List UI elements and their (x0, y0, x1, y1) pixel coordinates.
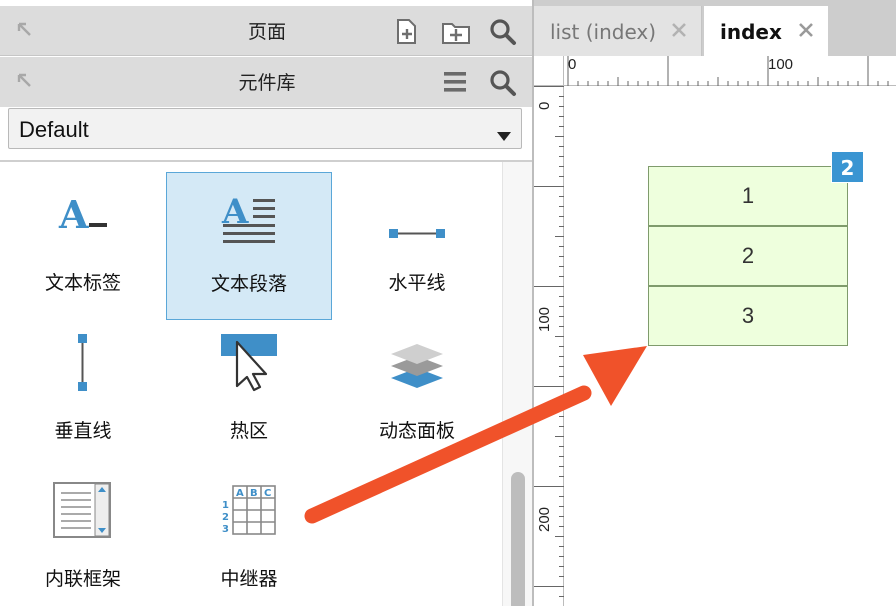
library-scrollbar[interactable] (502, 162, 532, 606)
horizontal-ruler-ticks (567, 56, 889, 86)
widget-label: 文本标签 (44, 272, 121, 294)
tab-bar: list (index) index (534, 0, 896, 56)
svg-text:2: 2 (222, 512, 229, 523)
ruler-label: 100 (768, 56, 794, 73)
search-icon[interactable] (489, 69, 517, 101)
svg-text:A: A (236, 488, 244, 499)
library-select[interactable]: Default (8, 108, 522, 149)
repeater-row[interactable]: 2 (648, 226, 848, 286)
horizontal-ruler[interactable]: 0 100 (564, 56, 896, 86)
left-panel: 页面 元件库 Default A 文本标签 A 文本段落 水平线 垂直线 热区 … (0, 0, 534, 606)
close-icon[interactable] (798, 22, 814, 42)
ruler-label-text: 200 (536, 506, 553, 532)
caret-down-icon (497, 126, 511, 145)
tab-index[interactable]: index (704, 6, 828, 56)
library-panel-header: 元件库 (0, 57, 534, 107)
close-icon[interactable] (671, 22, 687, 42)
library-select-value: Default (19, 117, 89, 142)
ruler-corner (534, 56, 564, 86)
tab-label: index (720, 20, 782, 44)
widget-text-label[interactable]: A 文本标签 (0, 172, 166, 320)
widget-label: 水平线 (388, 272, 446, 294)
widget-horizontal-line[interactable]: 水平线 (334, 172, 500, 320)
widget-label: 内联框架 (44, 568, 121, 590)
widget-repeater[interactable]: ABC 123 中继器 (166, 468, 332, 606)
widget-label: 中继器 (220, 568, 278, 590)
vertical-ruler[interactable]: 0 100 200 (534, 86, 564, 606)
text-paragraph-icon: A (219, 192, 279, 247)
add-folder-icon[interactable] (441, 18, 471, 50)
repeater-count-badge: 2 (831, 151, 864, 183)
tab-list-index[interactable]: list (index) (534, 6, 702, 56)
svg-text:A: A (58, 192, 89, 237)
horizontal-line-icon (387, 192, 447, 246)
vertical-line-icon (73, 332, 93, 396)
scrollbar-thumb[interactable] (511, 472, 525, 606)
widget-text-paragraph[interactable]: A 文本段落 (166, 172, 332, 320)
text-label-icon: A (53, 192, 113, 246)
repeater-row[interactable]: 1 (648, 166, 848, 226)
search-icon[interactable] (489, 18, 517, 50)
ruler-label-text: 100 (536, 306, 553, 332)
widget-hotspot[interactable]: 热区 (166, 320, 332, 468)
widget-label: 热区 (229, 420, 268, 442)
repeater-widget[interactable]: 1 2 3 (648, 166, 848, 346)
widget-vertical-line[interactable]: 垂直线 (0, 320, 166, 468)
dynamic-panel-icon (387, 332, 447, 396)
app-window: 页面 元件库 Default A 文本标签 A 文本段落 水平线 垂直线 热区 … (0, 0, 896, 606)
ruler-label-text: 0 (536, 101, 553, 110)
widget-label: 动态面板 (378, 420, 455, 442)
svg-text:B: B (250, 488, 258, 499)
svg-text:3: 3 (222, 524, 229, 535)
add-page-icon[interactable] (394, 18, 420, 50)
ruler-label: 0 (568, 56, 577, 73)
hotspot-icon (219, 332, 279, 396)
inline-frame-icon (53, 482, 113, 544)
widget-grid: A 文本标签 A 文本段落 水平线 垂直线 热区 动态面板 内联框架 A B C… (0, 162, 502, 606)
repeater-icon: ABC 123 (219, 482, 279, 544)
hamburger-menu-icon[interactable] (443, 69, 467, 99)
svg-text:C: C (264, 488, 271, 499)
repeater-row[interactable]: 3 (648, 286, 848, 346)
widget-dynamic-panel[interactable]: 动态面板 (334, 320, 500, 468)
pages-panel-header: 页面 (0, 6, 534, 56)
widget-inline-frame[interactable]: 内联框架 (0, 468, 166, 606)
tab-label: list (index) (550, 20, 657, 44)
widget-label: 垂直线 (54, 420, 112, 442)
widget-label: 文本段落 (210, 273, 287, 295)
svg-text:1: 1 (222, 500, 229, 511)
